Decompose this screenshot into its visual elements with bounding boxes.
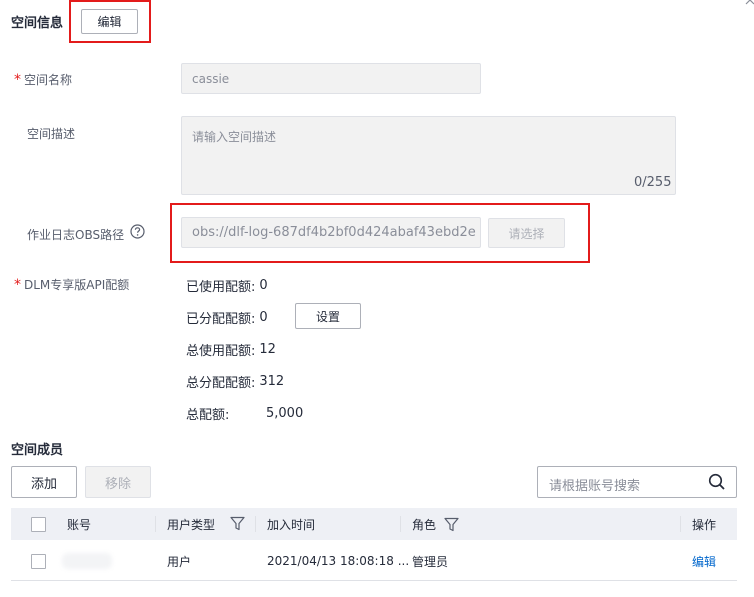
space-desc-placeholder: 请输入空间描述 xyxy=(192,130,277,144)
column-divider xyxy=(400,516,401,532)
space-name-label: * 空间名称 xyxy=(14,72,73,88)
close-icon[interactable] xyxy=(744,0,754,6)
total-used-quota-label: 总使用配额: xyxy=(186,344,256,359)
member-search-box[interactable]: 请根据账号搜索 xyxy=(537,466,737,498)
column-role[interactable]: 角色 xyxy=(412,508,436,540)
row-divider xyxy=(11,580,737,581)
required-mark: * xyxy=(14,277,21,293)
row-user-type: 用户 xyxy=(167,554,192,569)
column-join-time[interactable]: 加入时间 xyxy=(267,508,315,540)
column-account[interactable]: 账号 xyxy=(67,508,91,540)
total-used-quota-row: 总使用配额: 12 xyxy=(186,340,276,359)
column-divider xyxy=(680,516,681,532)
edit-button[interactable]: 编辑 xyxy=(81,9,138,34)
column-user-type[interactable]: 用户类型 xyxy=(167,508,215,540)
total-quota-row: 总配额: 5,000 xyxy=(186,404,303,423)
row-edit-link[interactable]: 编辑 xyxy=(692,545,716,577)
add-member-button[interactable]: 添加 xyxy=(11,466,77,498)
used-quota-row: 已使用配额: 0 xyxy=(186,276,268,295)
dlm-quota-label: * DLM专享版API配额 xyxy=(14,277,130,293)
filter-icon[interactable] xyxy=(444,517,459,536)
members-table-header xyxy=(11,508,737,540)
total-allocated-quota-row: 总分配配额: 312 xyxy=(186,372,284,391)
filter-icon[interactable] xyxy=(230,516,245,535)
obs-path-label: 作业日志OBS路径 xyxy=(27,228,125,242)
total-quota-value: 5,000 xyxy=(266,406,304,421)
space-desc-textarea[interactable]: 请输入空间描述 xyxy=(181,116,676,195)
account-blurred xyxy=(62,553,112,569)
row-role: 管理员 xyxy=(412,554,449,569)
space-desc-label: 空间描述 xyxy=(27,127,76,141)
select-button[interactable]: 请选择 xyxy=(488,218,565,248)
total-used-quota-value: 12 xyxy=(259,342,276,357)
total-quota-label: 总配额: xyxy=(186,408,230,423)
select-all-checkbox[interactable] xyxy=(31,517,46,532)
used-quota-value: 0 xyxy=(259,278,268,293)
column-action: 操作 xyxy=(692,517,717,532)
total-allocated-quota-value: 312 xyxy=(259,374,285,389)
allocated-quota-label: 已分配配额: xyxy=(186,312,256,327)
search-icon[interactable] xyxy=(708,473,726,495)
used-quota-label: 已使用配额: xyxy=(186,280,256,295)
row-join-time: 2021/04/13 18:08:18 ... xyxy=(267,554,410,568)
remove-member-button[interactable]: 移除 xyxy=(85,466,151,498)
obs-path-field[interactable]: obs://dlf-log-687df4b2bf0d424abaf43ebd2e xyxy=(181,217,481,248)
char-counter: 0/255 xyxy=(634,175,672,190)
column-divider xyxy=(155,516,156,532)
help-icon[interactable] xyxy=(130,224,145,239)
required-mark: * xyxy=(14,72,21,88)
column-divider xyxy=(255,516,256,532)
member-search-placeholder: 请根据账号搜索 xyxy=(549,479,641,494)
allocated-quota-row: 已分配配额: 0 xyxy=(186,308,268,327)
row-checkbox[interactable] xyxy=(31,554,46,569)
allocated-quota-value: 0 xyxy=(259,310,268,325)
space-members-title: 空间成员 xyxy=(11,443,64,458)
set-quota-button[interactable]: 设置 xyxy=(295,303,361,329)
space-info-title: 空间信息 xyxy=(11,16,64,31)
space-name-field[interactable]: cassie xyxy=(181,63,481,94)
total-allocated-quota-label: 总分配配额: xyxy=(186,376,256,391)
